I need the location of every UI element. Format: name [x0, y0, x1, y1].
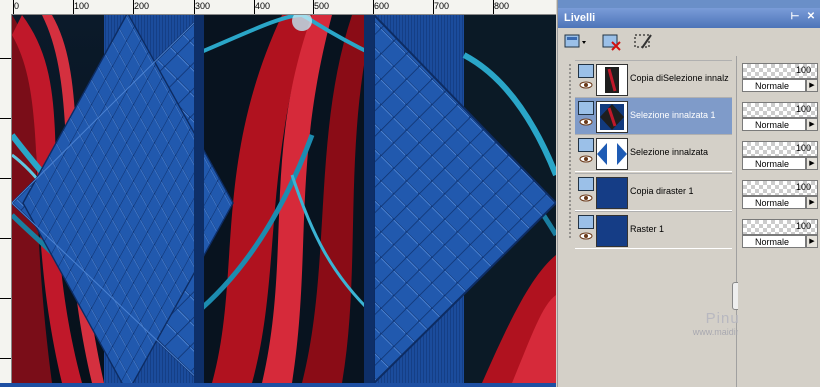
ruler-tick	[313, 0, 314, 14]
divider-left	[194, 15, 204, 383]
ruler-tick	[0, 58, 11, 59]
layer-thumbnail	[596, 64, 628, 96]
ruler-label: 700	[434, 1, 450, 11]
dropdown-arrow-icon[interactable]: ▶	[806, 118, 818, 131]
ruler-label: 300	[195, 1, 211, 11]
opacity-value: 100	[795, 182, 811, 192]
ruler-label: 400	[255, 1, 271, 11]
layer-row[interactable]: Selezione innalzata	[575, 134, 732, 172]
layer-row[interactable]: Raster 1	[575, 211, 732, 249]
blend-mode-select[interactable]: Normale	[742, 196, 806, 209]
layers-panel: Livelli ⊢ ✕ Copia diSelezione innalz Sel…	[557, 0, 820, 387]
ruler-tick	[0, 298, 11, 299]
new-layer-icon[interactable]	[564, 32, 586, 52]
opacity-slider[interactable]: 100	[742, 141, 818, 157]
layers-toolbar	[558, 28, 820, 56]
layer-props-row: 100 Normale ▶	[742, 99, 820, 133]
ruler-tick	[0, 358, 11, 359]
layer-props-row: 100 Normale ▶	[742, 216, 820, 250]
ruler-tick	[373, 0, 374, 14]
layer-type-icon	[578, 177, 594, 191]
artwork	[12, 15, 556, 383]
ruler-label: 200	[134, 1, 150, 11]
blend-mode-select[interactable]: Normale	[742, 79, 806, 92]
dropdown-arrow-icon[interactable]: ▶	[806, 196, 818, 209]
panel-title-bar: Livelli ⊢ ✕	[558, 8, 820, 28]
image-canvas[interactable]	[12, 15, 556, 383]
layer-type-icon	[578, 101, 594, 115]
ruler-label: 0	[14, 1, 20, 11]
ruler-tick	[254, 0, 255, 14]
dropdown-arrow-icon[interactable]: ▶	[806, 79, 818, 92]
canvas-bottom-border	[0, 383, 556, 387]
ruler-tick	[433, 0, 434, 14]
delete-layer-icon[interactable]	[602, 32, 622, 52]
layer-name: Raster 1	[630, 224, 665, 234]
ruler-tick	[194, 0, 195, 14]
ruler-tick	[0, 238, 11, 239]
layer-type-icon	[578, 138, 594, 152]
blend-mode-select[interactable]: Normale	[742, 118, 806, 131]
blend-mode-select[interactable]: Normale	[742, 235, 806, 248]
opacity-value: 100	[795, 65, 811, 75]
ruler-tick	[493, 0, 494, 14]
visibility-eye-icon[interactable]	[579, 232, 593, 240]
close-icon[interactable]: ✕	[806, 12, 816, 22]
layer-thumbnail	[596, 138, 628, 170]
visibility-eye-icon[interactable]	[579, 194, 593, 202]
blend-mode-select[interactable]: Normale	[742, 157, 806, 170]
opacity-value: 100	[795, 221, 811, 231]
layer-list: Copia diSelezione innalz Selezione innal…	[558, 56, 783, 387]
dropdown-arrow-icon[interactable]: ▶	[806, 157, 818, 170]
opacity-value: 100	[795, 143, 811, 153]
opacity-slider[interactable]: 100	[742, 102, 818, 118]
visibility-eye-icon[interactable]	[579, 81, 593, 89]
edit-mask-icon[interactable]	[634, 32, 654, 52]
ruler-tick	[73, 0, 74, 14]
horizontal-ruler: 0 100 200 300 400 500 600 700 800	[0, 0, 556, 15]
layer-row[interactable]: Copia diSelezione innalz	[575, 60, 732, 98]
opacity-value: 100	[795, 104, 811, 114]
pin-icon[interactable]: ⊢	[790, 12, 800, 22]
ruler-tick	[0, 178, 11, 179]
ruler-label: 500	[314, 1, 330, 11]
layer-thumbnail	[596, 215, 628, 247]
layer-thumbnail	[596, 101, 628, 133]
ruler-tick	[13, 0, 14, 14]
ruler-label: 100	[74, 1, 90, 11]
layer-thumbnail	[596, 177, 628, 209]
opacity-slider[interactable]: 100	[742, 219, 818, 235]
layer-row[interactable]: Copia diraster 1	[575, 173, 732, 211]
vertical-ruler	[0, 14, 12, 387]
layer-props-row: 100 Normale ▶	[742, 177, 820, 211]
visibility-eye-icon[interactable]	[579, 155, 593, 163]
opacity-slider[interactable]: 100	[742, 180, 818, 196]
ruler-label: 800	[494, 1, 510, 11]
ruler-tick	[133, 0, 134, 14]
layer-properties: 100 Normale ▶ 100 Normale ▶ 100 Normale …	[738, 56, 820, 387]
layer-type-icon	[578, 64, 594, 78]
layer-type-icon	[578, 215, 594, 229]
ruler-label: 600	[374, 1, 390, 11]
panel-title: Livelli	[564, 12, 596, 24]
layer-props-row: 100 Normale ▶	[742, 138, 820, 172]
ruler-tick	[0, 118, 11, 119]
opacity-slider[interactable]: 100	[742, 63, 818, 79]
divider-right	[364, 15, 374, 383]
layer-name: Selezione innalzata 1	[630, 110, 716, 120]
layer-name: Copia diraster 1	[630, 186, 694, 196]
visibility-eye-icon[interactable]	[579, 118, 593, 126]
dropdown-arrow-icon[interactable]: ▶	[806, 235, 818, 248]
layer-row-selected[interactable]: Selezione innalzata 1	[575, 97, 732, 135]
layer-name: Copia diSelezione innalz	[630, 73, 729, 83]
layer-name: Selezione innalzata	[630, 147, 709, 157]
layer-props-row: 100 Normale ▶	[742, 60, 820, 94]
panel-top-strip	[558, 0, 820, 8]
